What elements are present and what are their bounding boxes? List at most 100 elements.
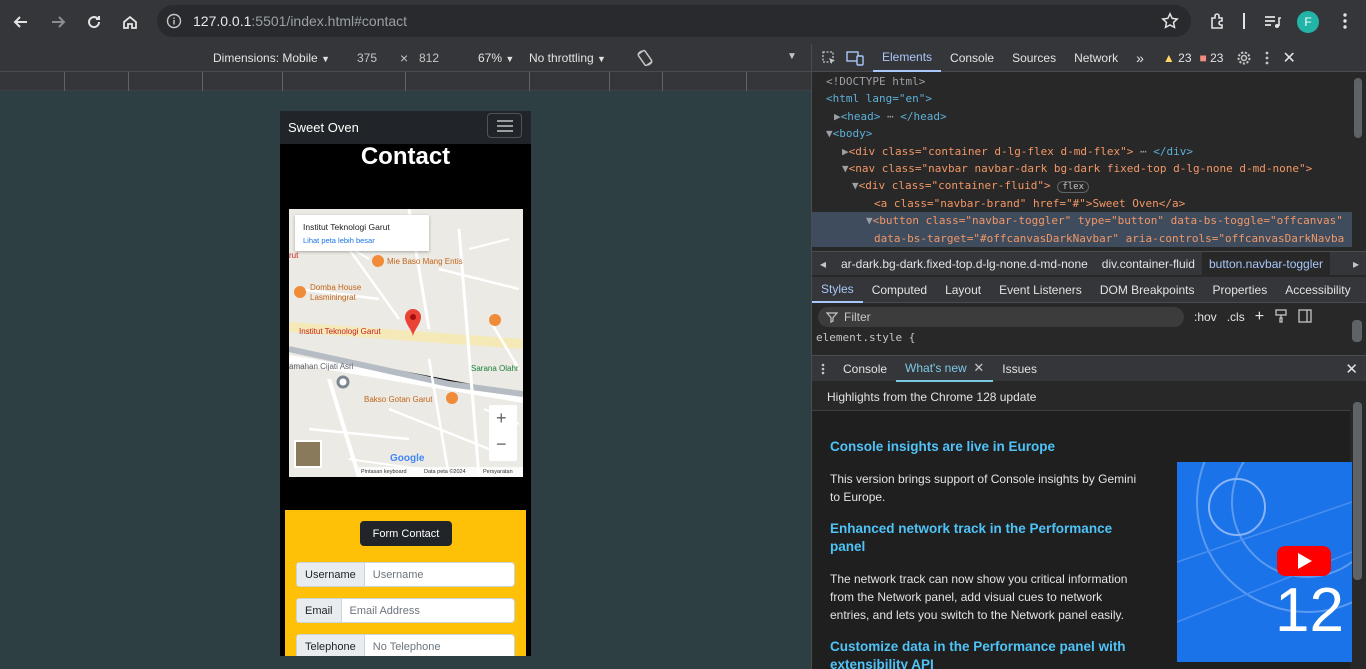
tab-network[interactable]: Network xyxy=(1065,44,1127,72)
width-input[interactable]: 375 xyxy=(357,51,377,65)
drawer-tab-console[interactable]: Console xyxy=(834,356,896,382)
tab-layout[interactable]: Layout xyxy=(936,277,990,303)
cls-toggle[interactable]: .cls xyxy=(1227,310,1245,324)
dom-node[interactable]: <!DOCTYPE html> xyxy=(812,73,1352,90)
tab-event-listeners[interactable]: Event Listeners xyxy=(990,277,1091,303)
map-label: rut xyxy=(289,251,299,260)
map-label: Sarana Olahr xyxy=(471,364,519,373)
ruler-tick xyxy=(746,72,747,91)
settings-gear-icon[interactable] xyxy=(1227,44,1261,72)
terms-link[interactable]: Persyaratan xyxy=(483,469,513,475)
navbar-brand[interactable]: Sweet Oven xyxy=(288,120,359,135)
site-info-icon[interactable] xyxy=(163,10,185,32)
dom-node-selected[interactable]: data-bs-target="#offcanvasDarkNavbar" ar… xyxy=(812,229,1352,247)
breadcrumb-item[interactable]: div.container-fluid xyxy=(1095,257,1202,271)
tab-styles[interactable]: Styles xyxy=(812,277,863,303)
styles-scrollbar[interactable] xyxy=(1352,320,1362,342)
feature-title[interactable]: Enhanced network track in the Performanc… xyxy=(830,520,1140,556)
username-label: Username xyxy=(297,563,365,586)
zoom-select[interactable]: 67% ▼ xyxy=(478,51,514,65)
extensions-icon[interactable] xyxy=(1208,12,1228,35)
tab-computed[interactable]: Computed xyxy=(863,277,936,303)
drawer-tab-issues[interactable]: Issues xyxy=(993,356,1046,382)
throttling-select[interactable]: No throttling ▼ xyxy=(529,51,606,65)
telephone-label: Telephone xyxy=(297,635,365,656)
feature-title[interactable]: Customize data in the Performance panel … xyxy=(830,638,1140,669)
flex-badge[interactable]: flex xyxy=(1057,181,1089,194)
whats-new-video-thumbnail[interactable]: 12 xyxy=(1177,462,1352,662)
whats-new-panel: Highlights from the Chrome 128 update Co… xyxy=(812,382,1366,669)
dom-node[interactable]: <a class="navbar-brand" href="#">Sweet O… xyxy=(812,195,1352,212)
dom-node[interactable]: ▼<body> xyxy=(812,125,1352,142)
tab-elements[interactable]: Elements xyxy=(873,44,942,72)
dom-node[interactable]: ▶<div class="container d-lg-flex d-md-fl… xyxy=(812,143,1352,160)
telephone-input-group: Telephone No Telephone xyxy=(296,634,515,656)
tab-accessibility[interactable]: Accessibility xyxy=(1276,277,1359,303)
bookmark-star-icon[interactable] xyxy=(1161,12,1179,33)
reload-icon[interactable] xyxy=(77,5,111,39)
sidebar-toggle-icon[interactable] xyxy=(1298,308,1312,326)
new-style-rule-icon[interactable]: + xyxy=(1255,308,1264,326)
paint-icon[interactable] xyxy=(1274,308,1288,326)
map-zoom-out-button[interactable]: − xyxy=(496,434,507,455)
hov-toggle[interactable]: :hov xyxy=(1194,310,1217,324)
styles-filter-input[interactable]: Filter xyxy=(818,307,1184,327)
whats-new-scrollbar[interactable] xyxy=(1353,402,1362,580)
inspect-element-icon[interactable] xyxy=(812,44,846,72)
breadcrumb-item[interactable]: ar-dark.bg-dark.fixed-top.d-lg-none.d-md… xyxy=(834,257,1095,271)
more-tabs-icon[interactable]: » xyxy=(1127,44,1153,72)
larger-map-link[interactable]: Lihat peta lebih besar xyxy=(303,236,375,245)
dom-node[interactable]: <html lang="en"> xyxy=(812,90,1352,107)
browser-menu-icon[interactable] xyxy=(1335,11,1355,34)
close-devtools-icon[interactable]: ✕ xyxy=(1273,44,1304,72)
forward-icon[interactable] xyxy=(41,5,75,39)
map-place-name: Institut Teknologi Garut xyxy=(303,222,390,232)
breadcrumb-left-icon[interactable]: ◂ xyxy=(812,257,834,271)
filter-icon xyxy=(826,312,838,323)
breadcrumb-right-icon[interactable]: ▸ xyxy=(1345,257,1366,271)
map-place-card: Institut Teknologi Garut Lihat peta lebi… xyxy=(295,215,429,251)
telephone-input[interactable]: No Telephone xyxy=(365,635,514,656)
navbar-toggler-button[interactable] xyxy=(487,113,522,138)
username-input[interactable]: Username xyxy=(365,563,514,586)
tab-console[interactable]: Console xyxy=(941,44,1003,72)
dimensions-select[interactable]: Dimensions: Mobile ▼ xyxy=(213,51,330,65)
rotate-icon[interactable] xyxy=(635,48,655,71)
keyboard-shortcuts-link[interactable]: Pintasan keyboard xyxy=(361,469,407,475)
errors-badge[interactable]: ■ 23 xyxy=(1196,44,1228,72)
tab-properties[interactable]: Properties xyxy=(1204,277,1277,303)
dom-node[interactable]: ▼<div class="container-fluid"> flex xyxy=(812,177,1352,194)
warnings-badge[interactable]: ▲ 23 xyxy=(1159,44,1196,72)
form-contact-button[interactable]: Form Contact xyxy=(360,521,452,546)
media-control-icon[interactable] xyxy=(1262,12,1282,35)
drawer-menu-icon[interactable] xyxy=(812,356,834,382)
profile-avatar[interactable]: F xyxy=(1297,11,1319,33)
drawer-tab-whats-new[interactable]: What's new ✕ xyxy=(896,356,994,382)
url-text[interactable]: 127.0.0.1:5501/index.html#contact xyxy=(193,13,407,29)
home-icon[interactable] xyxy=(113,5,147,39)
address-bar[interactable]: 127.0.0.1:5501/index.html#contact xyxy=(157,5,1191,37)
google-map-embed[interactable]: Institut Teknologi Garut Lihat peta lebi… xyxy=(289,209,523,477)
device-options-icon[interactable]: ▼ xyxy=(787,51,797,62)
device-toggle-icon[interactable] xyxy=(846,44,873,72)
height-input[interactable]: 812 xyxy=(419,51,439,65)
element-style-rule[interactable]: element.style { xyxy=(816,331,915,344)
dom-tree[interactable]: <!DOCTYPE html> <html lang="en"> ▶<head>… xyxy=(812,73,1352,249)
tab-dom-breakpoints[interactable]: DOM Breakpoints xyxy=(1091,277,1204,303)
email-input[interactable]: Email Address xyxy=(342,599,514,622)
devtools-menu-icon[interactable] xyxy=(1261,44,1273,72)
dom-scrollbar[interactable] xyxy=(1354,78,1362,138)
map-zoom-in-button[interactable]: + xyxy=(496,408,507,429)
map-footer: Pintasan keyboard Data peta ©2024 Persya… xyxy=(359,467,523,477)
back-icon[interactable] xyxy=(4,5,38,39)
devtools-panel: Elements Console Sources Network » ▲ 23 … xyxy=(811,44,1366,669)
dom-node[interactable]: ▶<head> ⋯ </head> xyxy=(812,108,1352,125)
tab-sources[interactable]: Sources xyxy=(1003,44,1065,72)
styles-filter-row: Filter :hov .cls + xyxy=(812,304,1366,330)
close-tab-icon[interactable]: ✕ xyxy=(973,360,984,376)
feature-title[interactable]: Console insights are live in Europe xyxy=(830,438,1140,456)
dom-node-selected[interactable]: ▼<button class="navbar-toggler" type="bu… xyxy=(812,212,1352,230)
breadcrumb-item-active[interactable]: button.navbar-toggler xyxy=(1201,251,1331,276)
dom-node[interactable]: ▼<nav class="navbar navbar-dark bg-dark … xyxy=(812,160,1352,177)
close-drawer-icon[interactable]: ✕ xyxy=(1336,356,1366,382)
